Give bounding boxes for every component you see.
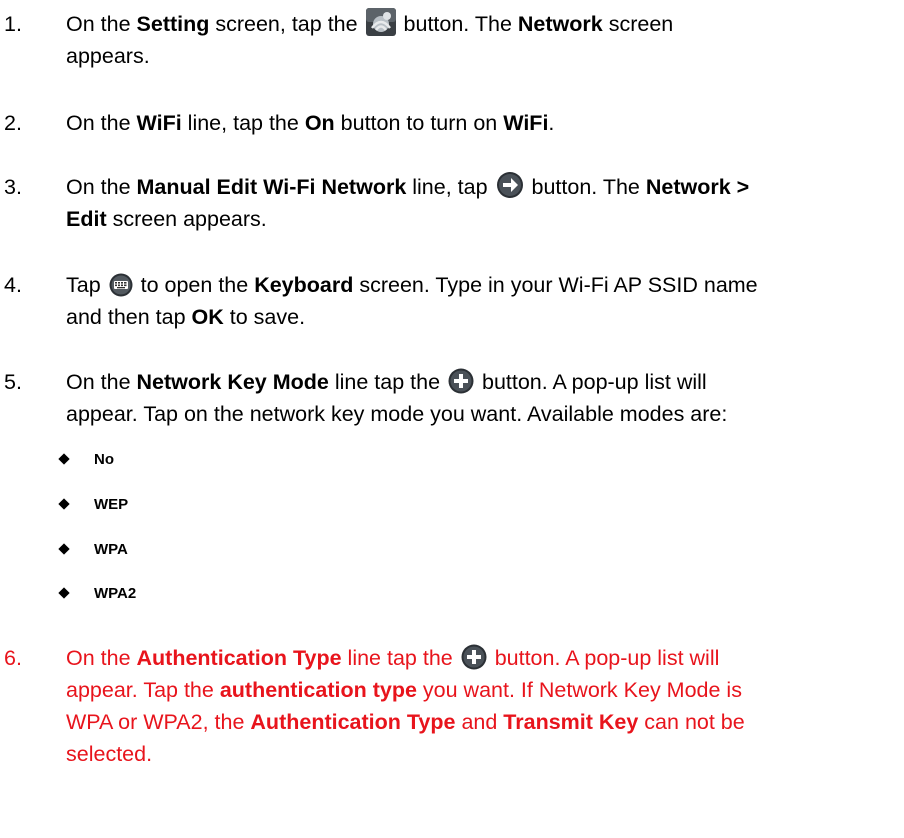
bullet-icon [58,453,70,465]
document-page: { "steps": [ {"num":"1.","a":"On the ","… [0,0,904,838]
ui-term: Edit [66,207,107,231]
step-number: 1. [4,12,22,36]
step-text: On the Setting screen, tap the button. T… [66,8,886,72]
ui-term: On [304,111,335,135]
step-number: 2. [4,111,22,135]
step-text: On the Manual Edit Wi-Fi Network line, t… [66,171,886,235]
bullet-icon [58,543,70,555]
ui-term: Network Key Mode [136,370,329,394]
network-settings-icon [365,8,396,36]
arrow-right-icon [496,171,524,199]
ui-term: Manual Edit Wi-Fi Network [136,175,407,199]
bullet-icon [58,587,70,599]
ui-term: Transmit Key [503,710,639,734]
bullet-icon [58,498,70,510]
plus-icon [461,644,487,670]
step-text: On the WiFi line, tap the On button to t… [66,111,555,135]
plus-icon [448,368,474,394]
step-number: 4. [4,273,22,297]
ui-term: Setting [136,12,210,36]
ui-term: Network [517,12,603,36]
ui-term: authentication type [219,678,417,702]
step-number: 6. [4,646,22,670]
ui-term: Keyboard [254,273,354,297]
step-text: Tap to open the Keyboard screen. Type in… [66,273,758,329]
ui-term: Authentication Type [136,646,342,670]
ui-term: Network > [645,175,750,199]
step-number: 5. [4,370,22,394]
keyboard-icon [109,273,133,297]
ui-term: WiFi [503,111,549,135]
step-text: On the Network Key Mode line tap the but… [66,368,728,426]
step-number: 3. [4,175,22,199]
ui-term: OK [191,305,224,329]
ui-term: Authentication Type [250,710,456,734]
step-text: On the Authentication Type line tap the … [66,644,745,766]
ui-term: WiFi [136,111,182,135]
